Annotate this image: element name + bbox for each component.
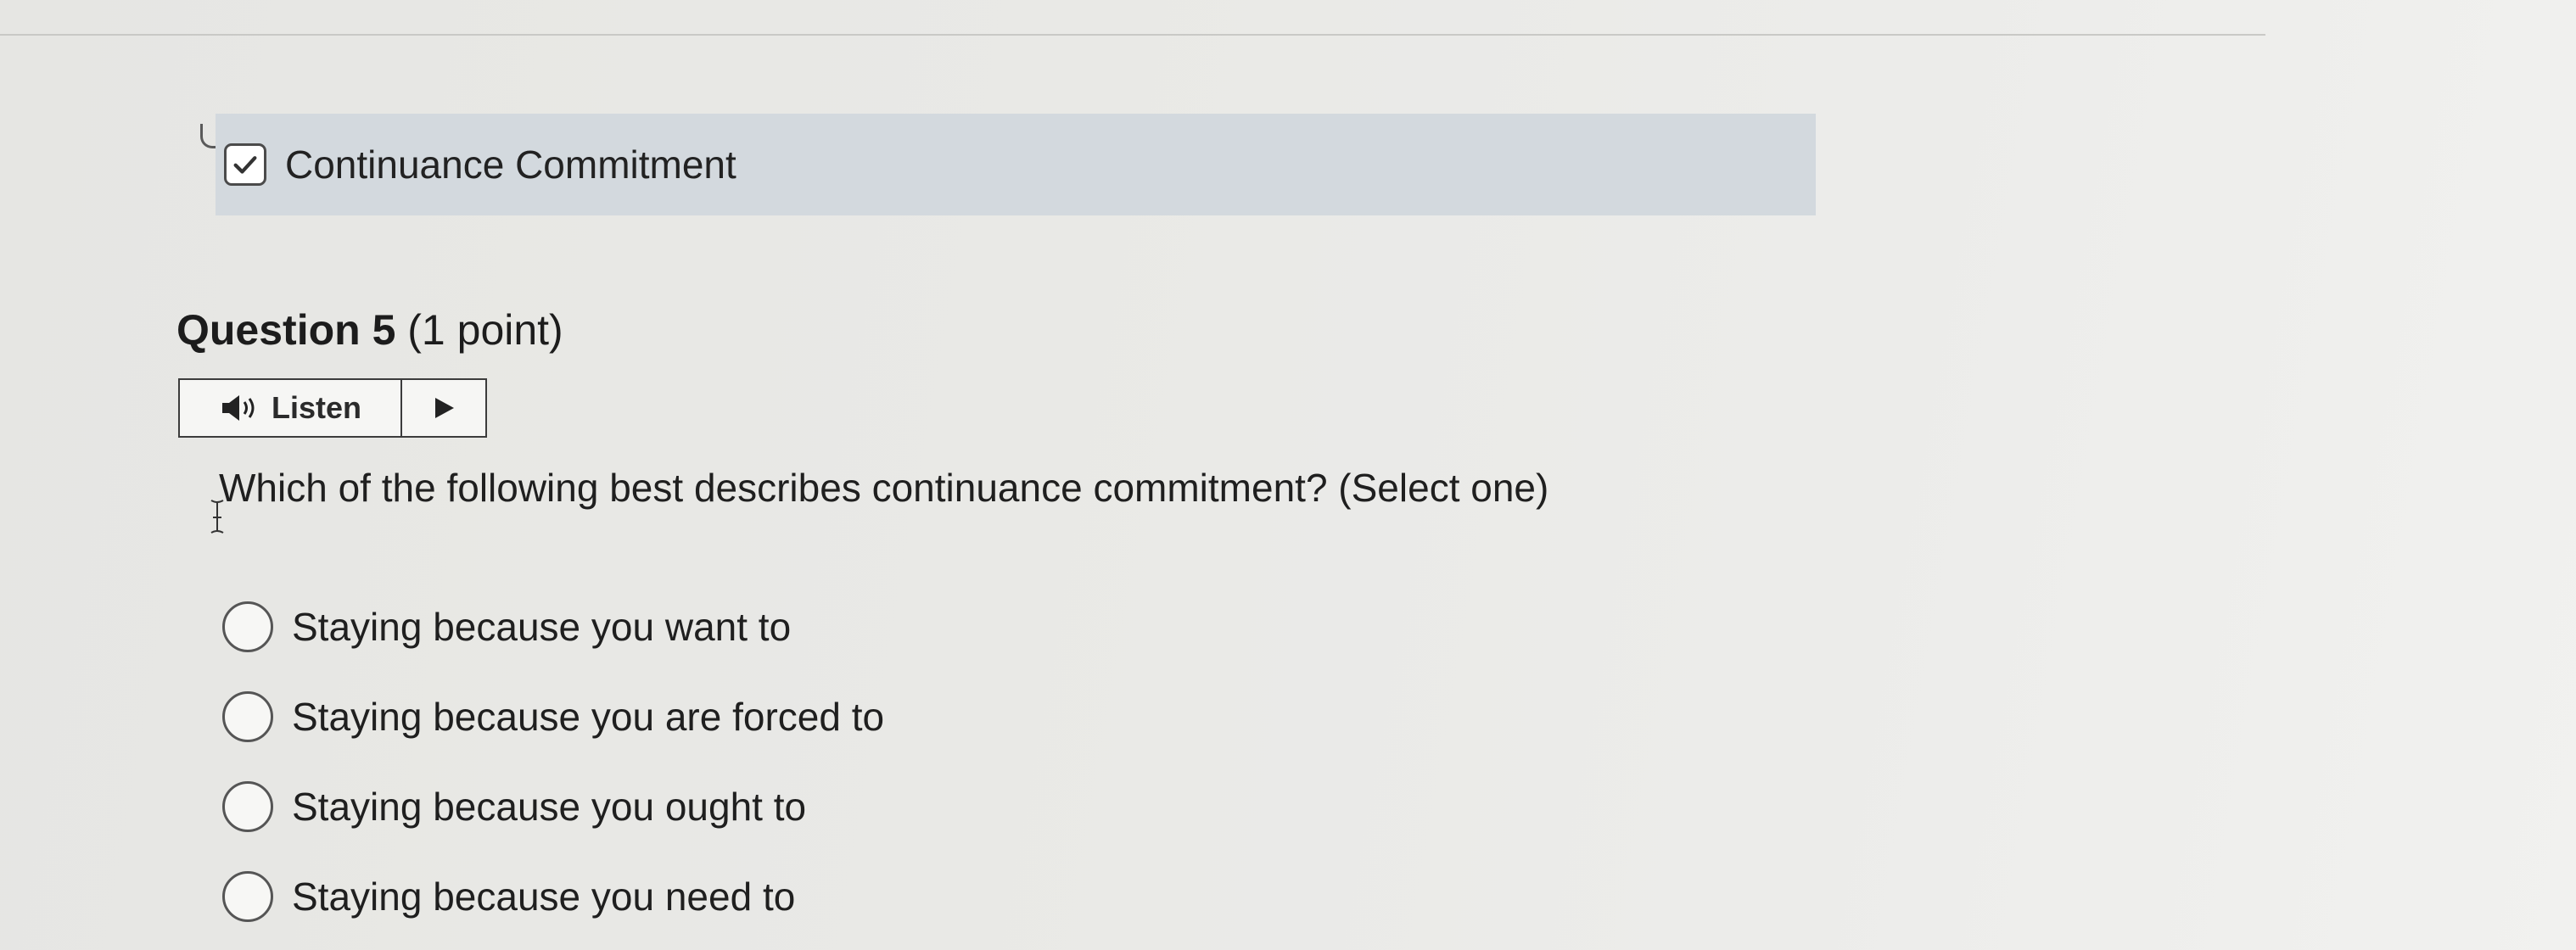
option-label: Staying because you want to: [292, 605, 792, 649]
listen-button[interactable]: Listen: [180, 380, 402, 436]
play-button[interactable]: [402, 380, 485, 436]
question-points: (1 point): [407, 306, 563, 354]
option-ought-to[interactable]: Staying because you ought to: [222, 762, 884, 852]
selected-answer-label: Continuance Commitment: [285, 142, 736, 187]
checkmark-icon: [233, 156, 257, 174]
option-label: Staying because you ought to: [292, 785, 807, 829]
checkbox-checked[interactable]: [224, 143, 266, 186]
option-label: Staying because you need to: [292, 875, 796, 919]
listen-widget: Listen: [178, 378, 487, 438]
top-divider: [0, 34, 2265, 36]
radio-button[interactable]: [222, 601, 273, 652]
question-heading: Question 5 (1 point): [176, 305, 563, 355]
selected-answer-row[interactable]: Continuance Commitment: [216, 114, 1816, 215]
listen-label: Listen: [271, 390, 361, 425]
text-cursor-icon: [210, 500, 224, 534]
option-want-to[interactable]: Staying because you want to: [222, 582, 884, 672]
speaker-icon: [221, 395, 255, 421]
answer-options: Staying because you want to Staying beca…: [222, 582, 884, 942]
option-label: Staying because you are forced to: [292, 695, 885, 739]
radio-button[interactable]: [222, 781, 273, 832]
play-icon: [435, 398, 454, 418]
question-prompt: Which of the following best describes co…: [219, 466, 1549, 510]
option-need-to[interactable]: Staying because you need to: [222, 852, 884, 942]
radio-button[interactable]: [222, 871, 273, 922]
option-forced-to[interactable]: Staying because you are forced to: [222, 672, 884, 762]
question-number: Question 5: [176, 306, 396, 354]
radio-button[interactable]: [222, 691, 273, 742]
